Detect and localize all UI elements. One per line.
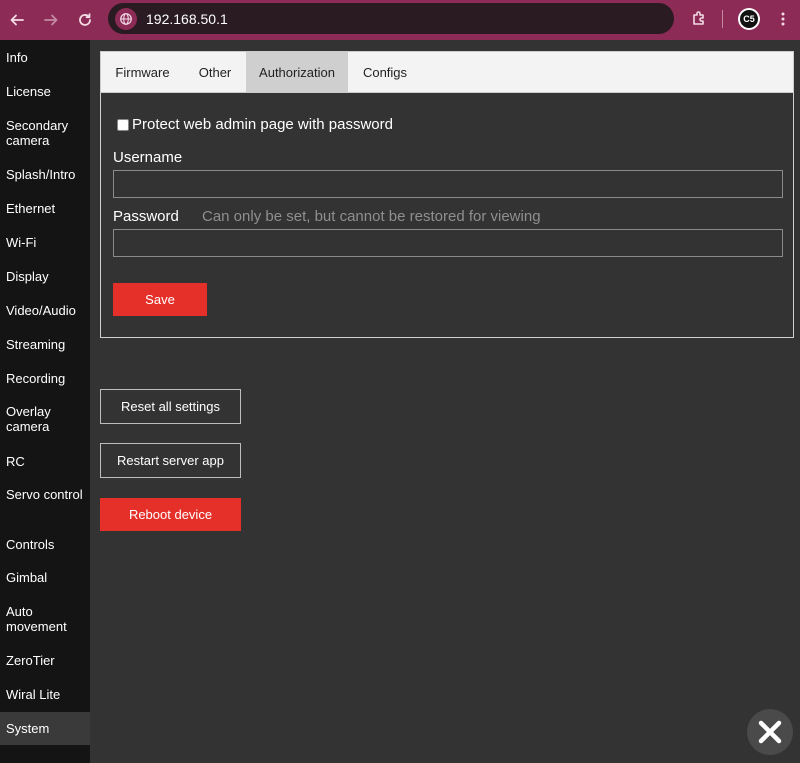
- password-label: Password: [113, 208, 179, 225]
- protect-password-option[interactable]: Protect web admin page with password: [117, 116, 393, 133]
- sidebar-item-auto-movement[interactable]: Auto movement: [0, 604, 90, 634]
- sidebar-item-splash-intro[interactable]: Splash/Intro: [0, 167, 90, 182]
- tab-other[interactable]: Other: [184, 52, 246, 92]
- sidebar-item-controls[interactable]: Controls: [0, 537, 90, 552]
- save-button[interactable]: Save: [113, 283, 207, 316]
- protect-password-label[interactable]: Protect web admin page with password: [132, 116, 393, 133]
- tab-authorization[interactable]: Authorization: [246, 52, 348, 92]
- sidebar-item-video-audio[interactable]: Video/Audio: [0, 303, 90, 318]
- profile-avatar[interactable]: C5: [738, 8, 760, 30]
- sidebar-item-rc[interactable]: RC: [0, 454, 90, 469]
- reload-button[interactable]: [68, 3, 102, 37]
- address-bar[interactable]: 192.168.50.1: [108, 3, 674, 34]
- tab-firmware[interactable]: Firmware: [101, 52, 184, 92]
- globe-icon: [120, 12, 132, 25]
- profile-initials: C5: [740, 10, 758, 28]
- reboot-device-button[interactable]: Reboot device: [100, 498, 241, 531]
- sidebar-item-zerotier[interactable]: ZeroTier: [0, 653, 90, 668]
- arrow-left-icon: [10, 14, 24, 26]
- close-icon: [758, 720, 782, 744]
- arrow-right-icon: [44, 14, 58, 26]
- browser-menu-button[interactable]: [770, 6, 796, 32]
- forward-button[interactable]: [34, 3, 68, 37]
- sidebar-item-system[interactable]: System: [0, 712, 90, 745]
- authorization-panel: Protect web admin page with password Use…: [100, 93, 794, 338]
- username-input[interactable]: [113, 170, 783, 198]
- sidebar-item-streaming[interactable]: Streaming: [0, 337, 90, 352]
- puzzle-icon: [693, 11, 704, 25]
- toolbar-divider: [722, 10, 723, 28]
- sidebar-item-gimbal[interactable]: Gimbal: [0, 570, 90, 585]
- sidebar-item-servo-control[interactable]: Servo control: [0, 487, 90, 502]
- kebab-menu-icon: [781, 12, 785, 26]
- sidebar-item-ethernet[interactable]: Ethernet: [0, 201, 90, 216]
- sidebar-item-wifi[interactable]: Wi-Fi: [0, 235, 90, 250]
- password-hint: Can only be set, but cannot be restored …: [202, 208, 541, 225]
- site-info-button[interactable]: [115, 7, 137, 30]
- sidebar-item-license[interactable]: License: [0, 84, 90, 99]
- sidebar-item-wiral-lite[interactable]: Wiral Lite: [0, 687, 90, 702]
- close-button[interactable]: [747, 709, 793, 755]
- back-button[interactable]: [0, 3, 34, 37]
- sidebar-nav: Info License Secondary camera Splash/Int…: [0, 40, 90, 763]
- sidebar-item-display[interactable]: Display: [0, 269, 90, 284]
- extensions-button[interactable]: [686, 6, 712, 32]
- sidebar-item-secondary-camera[interactable]: Secondary camera: [0, 118, 90, 148]
- url-text[interactable]: 192.168.50.1: [146, 11, 228, 27]
- reload-icon: [79, 13, 91, 26]
- sidebar-item-info[interactable]: Info: [0, 50, 90, 65]
- tab-configs[interactable]: Configs: [348, 52, 422, 92]
- sidebar-item-recording[interactable]: Recording: [0, 371, 90, 386]
- username-label: Username: [113, 149, 183, 166]
- password-input[interactable]: [113, 229, 783, 257]
- settings-tabbar: Firmware Other Authorization Configs: [100, 51, 794, 93]
- browser-toolbar: 192.168.50.1 C5: [0, 0, 800, 40]
- sidebar-item-overlay-camera[interactable]: Overlay camera: [0, 404, 90, 434]
- restart-server-app-button[interactable]: Restart server app: [100, 443, 241, 478]
- reset-all-settings-button[interactable]: Reset all settings: [100, 389, 241, 424]
- protect-password-checkbox[interactable]: [117, 118, 129, 131]
